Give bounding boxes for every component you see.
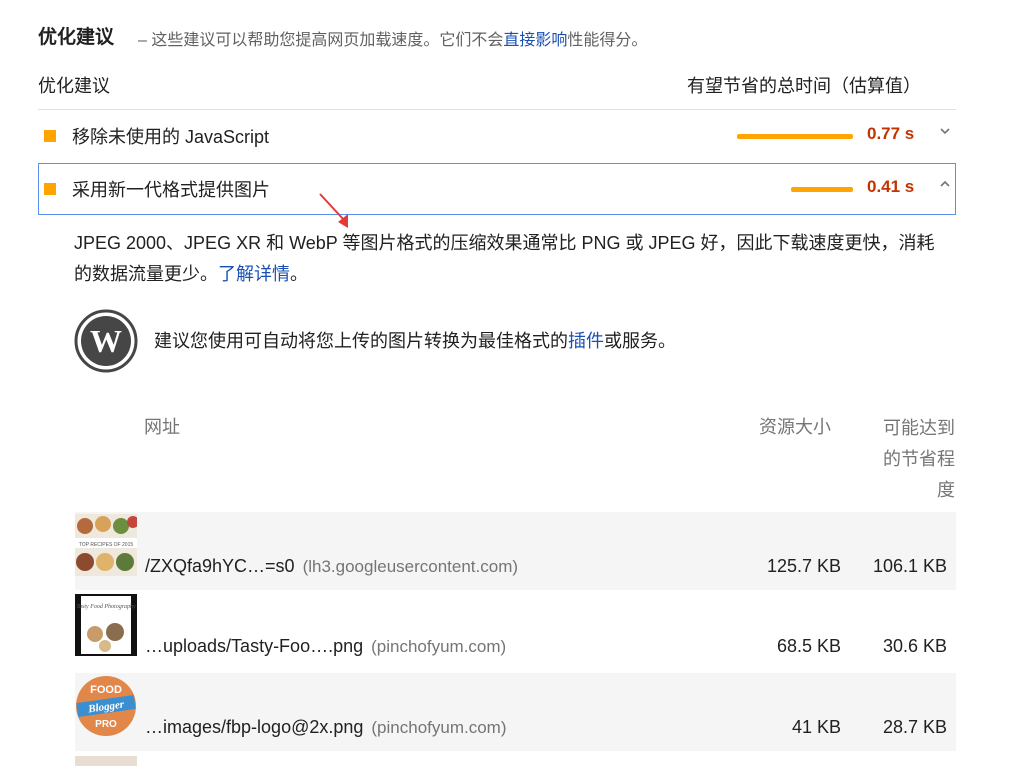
audit-next-gen-images[interactable]: 采用新一代格式提供图片 0.41 s (38, 163, 956, 215)
resource-host: (pinchofyum.com) (371, 718, 507, 737)
column-header-url: 网址 (144, 417, 180, 437)
annotation-arrow-icon (319, 193, 348, 228)
wordpress-tip: 建议您使用可自动将您上传的图片转换为最佳格式的插件或服务。 (154, 327, 676, 353)
plugin-link[interactable]: 插件 (568, 331, 604, 351)
audit-description-text: JPEG 2000、JPEG XR 和 WebP 等图片格式的压缩效果通常比 P… (74, 233, 935, 284)
next-row-thumbnail (75, 756, 137, 766)
potential-savings: 30.6 KB (882, 636, 947, 656)
resource-url[interactable]: /ZXQfa9hYC…=s0 (lh3.googleusercontent.com… (145, 556, 518, 577)
column-header-potential-savings: 可能达到 的节省程 度 (862, 413, 955, 506)
resource-url[interactable]: …uploads/Tasty-Foo….png (pinchofyum.com) (145, 636, 506, 657)
audit-description: JPEG 2000、JPEG XR 和 WebP 等图片格式的压缩效果通常比 P… (74, 228, 944, 290)
warning-square-icon (44, 130, 56, 142)
savings-bar (791, 187, 853, 192)
audit-title: 移除未使用的 JavaScript (72, 127, 270, 147)
chevron-down-icon[interactable] (938, 124, 952, 138)
recipe-collage-thumbnail: TOP RECIPES OF 2015 (75, 514, 137, 576)
section-desc-after: 性能得分。 (567, 32, 648, 49)
column-header-opportunity: 优化建议 (38, 76, 110, 96)
resource-path: …images/fbp-logo@2x.png (145, 717, 364, 737)
resource-size: 41 KB (791, 717, 841, 737)
savings-value: 0.77 s (867, 124, 915, 143)
table-row: Tasty Food Photography …uploads/Tasty-Fo… (75, 592, 956, 670)
thumbnail-caption: TOP RECIPES OF 2015 (79, 542, 134, 548)
audit-title: 采用新一代格式提供图片 (72, 180, 270, 200)
savings-header-line-3: 度 (937, 480, 955, 500)
resource-host: (pinchofyum.com) (371, 637, 507, 656)
resource-size: 68.5 KB (776, 636, 841, 656)
resource-url[interactable]: …images/fbp-logo@2x.png (pinchofyum.com) (145, 717, 507, 738)
learn-more-link[interactable]: 了解详情 (218, 264, 290, 284)
table-row: TOP RECIPES OF 2015 /ZXQfa9hYC…=s0 (lh3.g… (75, 512, 956, 590)
column-header-resource-size: 资源大小 (759, 417, 831, 437)
wordpress-tip-after: 或服务。 (604, 331, 676, 351)
tasty-food-thumbnail: Tasty Food Photography (75, 594, 137, 656)
food-blogger-pro-logo-thumbnail: FOOD Blogger PRO (76, 676, 136, 736)
logo-text-1: FOOD (90, 684, 122, 696)
savings-header-line-1: 可能达到 (883, 418, 955, 438)
direct-impact-link[interactable]: 直接影响 (503, 32, 567, 49)
resource-size: 125.7 KB (766, 556, 841, 576)
section-title: 优化建议 (38, 27, 115, 48)
thumbnail-caption: Tasty Food Photography (76, 604, 136, 610)
resource-path: /ZXQfa9hYC…=s0 (145, 556, 295, 576)
learn-more-end: 。 (290, 264, 308, 284)
savings-value: 0.41 s (867, 177, 915, 196)
column-header-estimated-savings: 有望节省的总时间（估算值） (687, 76, 921, 96)
table-row: FOOD Blogger PRO …images/fbp-logo@2x.png… (75, 673, 956, 751)
resource-host: (lh3.googleusercontent.com) (302, 557, 519, 576)
section-description: – 这些建议可以帮助您提高网页加载速度。它们不会直接影响性能得分。 (138, 26, 647, 50)
savings-header-line-2: 的节省程 (883, 449, 955, 469)
svg-text:W: W (90, 323, 122, 359)
potential-savings: 106.1 KB (872, 556, 947, 576)
savings-bar (737, 134, 853, 139)
resource-path: …uploads/Tasty-Foo….png (145, 636, 364, 656)
chevron-up-icon[interactable] (938, 177, 952, 191)
wordpress-logo-icon: W (74, 309, 138, 373)
logo-text-3: PRO (95, 719, 117, 730)
section-desc-before: – 这些建议可以帮助您提高网页加载速度。它们不会 (138, 32, 504, 49)
audit-unused-javascript[interactable]: 移除未使用的 JavaScript 0.77 s (38, 110, 956, 162)
wordpress-tip-before: 建议您使用可自动将您上传的图片转换为最佳格式的 (154, 331, 568, 351)
warning-square-icon (44, 183, 56, 195)
potential-savings: 28.7 KB (882, 717, 947, 737)
